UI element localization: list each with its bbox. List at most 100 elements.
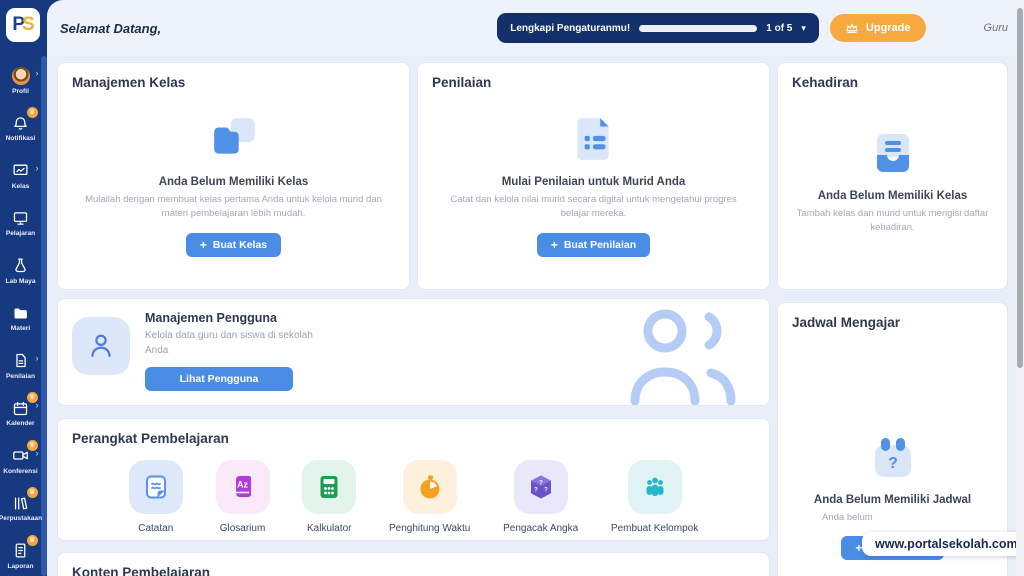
upgrade-button[interactable]: Upgrade	[830, 14, 926, 42]
sidebar-label: Kelas	[12, 183, 30, 190]
tool-pengacak-angka[interactable]: ? ? ? Pengacak Angka	[503, 460, 578, 534]
sidebar-item-materi[interactable]: Materi	[0, 295, 41, 343]
group-people-icon	[641, 473, 669, 501]
sidebar-item-lab-maya[interactable]: Lab Maya	[0, 247, 41, 295]
empty-state-desc: Anda belum	[822, 511, 873, 525]
tool-kalkulator[interactable]: Kalkulator	[302, 460, 356, 534]
sidebar-label: Kalender	[6, 420, 34, 427]
chevron-right-icon: ›	[36, 69, 39, 78]
empty-state-desc: Catat dan kelola nilai murid secara digi…	[436, 193, 751, 222]
setup-progress-pill[interactable]: Lengkapi Pengaturanmu! 1 of 5 ▾	[497, 13, 819, 43]
card-title: Penilaian	[432, 75, 755, 90]
setup-progress-count: 1 of 5	[766, 23, 792, 34]
tool-label: Pengacak Angka	[503, 523, 578, 534]
video-camera-icon	[12, 447, 29, 464]
sidebar-nav: › Profil ♛ Notifikasi › Kelas	[0, 57, 41, 576]
button-label: Buat Kelas	[213, 239, 267, 251]
main-content: Manajemen Kelas Anda Belum Memiliki Kela…	[47, 56, 1016, 576]
crown-icon	[845, 21, 859, 35]
lihat-pengguna-button[interactable]: Lihat Pengguna	[145, 367, 293, 391]
bell-icon	[12, 115, 29, 132]
premium-crown-badge: ♛	[27, 107, 38, 118]
monitor-icon	[12, 210, 29, 227]
chevron-down-icon[interactable]: ▾	[801, 23, 806, 34]
upgrade-label: Upgrade	[866, 22, 911, 34]
page-scrollbar[interactable]	[1016, 0, 1024, 576]
svg-text:?: ?	[539, 481, 543, 487]
sidebar-item-notifikasi[interactable]: ♛ Notifikasi	[0, 105, 41, 153]
tool-catatan[interactable]: Catatan	[129, 460, 183, 534]
card-title: Perangkat Pembelajaran	[72, 431, 755, 446]
calculator-icon	[315, 473, 343, 501]
setup-progress-track	[639, 25, 757, 32]
user-role-text: Guru	[984, 22, 1008, 34]
sidebar-label: Materi	[11, 325, 30, 332]
logo-letter-s: S	[22, 14, 34, 36]
tool-label: Penghitung Waktu	[389, 523, 470, 534]
tool-label: Catatan	[138, 523, 173, 534]
user-avatar	[12, 67, 30, 85]
card-title: Kehadiran	[792, 75, 993, 90]
sidebar: P S › Profil ♛ Notifikasi ›	[0, 0, 47, 576]
section-title: Manajemen Pengguna	[145, 311, 315, 325]
sidebar-item-konferensi[interactable]: ♛ › Konferensi	[0, 437, 41, 485]
empty-state-title: Anda Belum Memiliki Kelas	[818, 190, 968, 202]
card-manajemen-pengguna: Manajemen Pengguna Kelola data guru dan …	[57, 298, 770, 406]
plus-icon: +	[200, 239, 207, 251]
report-icon	[12, 542, 29, 559]
empty-state-title: Anda Belum Memiliki Kelas	[159, 176, 309, 188]
top-header: Selamat Datang, Lengkapi Pengaturanmu! 1…	[47, 0, 1024, 56]
premium-crown-badge: ♛	[27, 487, 38, 498]
sidebar-item-profil[interactable]: › Profil	[0, 57, 41, 105]
watermark-badge: www.portalsekolah.com	[862, 532, 1024, 556]
sidebar-item-kalender[interactable]: ♛ › Kalender	[0, 390, 41, 438]
chevron-right-icon: ›	[36, 164, 39, 173]
svg-text:Az: Az	[237, 480, 248, 490]
attendance-inbox-icon	[869, 130, 917, 178]
section-desc: Kelola data guru dan siswa di sekolah An…	[145, 329, 315, 358]
card-konten-pembelajaran: Konten Pembelajaran	[57, 552, 770, 576]
tool-pembuat-kelompok[interactable]: Pembuat Kelompok	[611, 460, 698, 534]
portal-sekolah-logo[interactable]: P S	[6, 8, 40, 42]
sidebar-label: Profil	[12, 88, 29, 95]
card-penilaian: Penilaian Mulai Penilaian untuk Murid An…	[417, 62, 770, 290]
empty-state-title: Mulai Penilaian untuk Murid Anda	[502, 176, 686, 188]
tool-glosarium[interactable]: Az Glosarium	[216, 460, 270, 534]
note-icon	[142, 473, 170, 501]
app-root: P S › Profil ♛ Notifikasi ›	[0, 0, 1024, 576]
plus-icon: +	[551, 239, 558, 251]
sidebar-label: Pelajaran	[6, 230, 35, 237]
chevron-right-icon: ›	[36, 401, 39, 410]
person-outline-icon	[84, 329, 118, 363]
sidebar-item-perpustakaan[interactable]: ♛ Perpustakaan	[0, 485, 41, 533]
card-perangkat-pembelajaran: Perangkat Pembelajaran Catatan	[57, 418, 770, 541]
sidebar-item-kelas[interactable]: › Kelas	[0, 152, 41, 200]
svg-text:?: ?	[534, 488, 538, 494]
empty-state-desc: Tambah kelas dan murid untuk mengisi daf…	[795, 207, 990, 236]
timer-icon	[416, 473, 444, 501]
button-label: Lihat Pengguna	[180, 373, 259, 385]
card-title: Konten Pembelajaran	[72, 565, 755, 576]
sidebar-label: Perpustakaan	[0, 515, 42, 522]
tool-label: Kalkulator	[307, 523, 351, 534]
sidebar-item-pelajaran[interactable]: Pelajaran	[0, 200, 41, 248]
card-title: Manajemen Kelas	[72, 75, 395, 90]
glossary-book-icon: Az	[229, 473, 257, 501]
premium-crown-badge: ♛	[27, 535, 38, 546]
buat-penilaian-button[interactable]: + Buat Penilaian	[537, 233, 650, 257]
sidebar-label: Notifikasi	[6, 135, 36, 142]
folder-empty-icon	[209, 114, 259, 164]
button-label: Buat Penilaian	[564, 239, 636, 251]
card-manajemen-kelas: Manajemen Kelas Anda Belum Memiliki Kela…	[57, 62, 410, 290]
sidebar-item-laporan[interactable]: ♛ Laporan	[0, 532, 41, 576]
card-title: Jadwal Mengajar	[792, 315, 993, 330]
scrollbar-thumb[interactable]	[1017, 8, 1023, 368]
tool-label: Glosarium	[220, 523, 266, 534]
buat-kelas-button[interactable]: + Buat Kelas	[186, 233, 281, 257]
svg-text:?: ?	[544, 488, 548, 494]
document-icon	[12, 352, 29, 369]
tool-penghitung-waktu[interactable]: Penghitung Waktu	[389, 460, 470, 534]
sidebar-item-penilaian[interactable]: › Penilaian	[0, 342, 41, 390]
sidebar-label: Konferensi	[3, 468, 37, 475]
assessment-doc-icon	[569, 114, 619, 164]
